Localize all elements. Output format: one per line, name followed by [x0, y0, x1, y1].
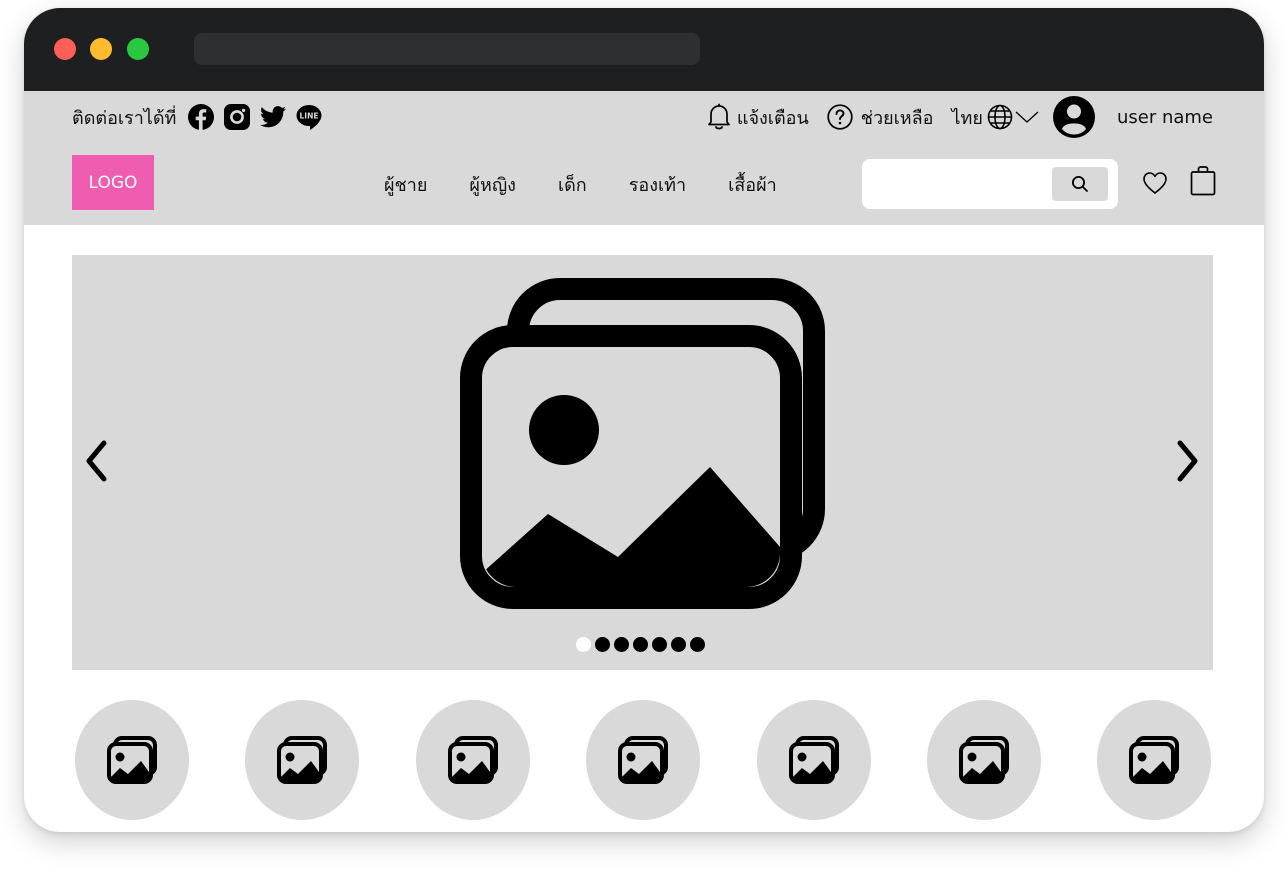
line-icon[interactable]: LINE [296, 104, 322, 130]
nav-item-men[interactable]: ผู้ชาย [384, 170, 427, 199]
utility-bar: แจ้งเตือน ช่วยเหลือ ไทย user name [707, 96, 1213, 138]
heart-icon[interactable] [1142, 171, 1168, 199]
carousel-dot[interactable] [576, 637, 591, 652]
category-item[interactable] [586, 700, 700, 820]
category-item[interactable] [927, 700, 1041, 820]
instagram-icon[interactable] [224, 104, 251, 130]
nav-item-women[interactable]: ผู้หญิง [469, 170, 516, 199]
notifications-link[interactable]: แจ้งเตือน [737, 103, 809, 132]
image-gallery-icon [460, 278, 825, 609]
image-gallery-icon [789, 736, 839, 784]
carousel-dot[interactable] [614, 637, 629, 652]
search-input[interactable] [872, 167, 1046, 203]
language-label[interactable]: ไทย [952, 103, 983, 132]
category-item[interactable] [75, 700, 189, 820]
close-window-button[interactable] [54, 38, 76, 60]
carousel-dot[interactable] [633, 637, 648, 652]
twitter-icon[interactable] [260, 106, 287, 128]
carousel-dot[interactable] [671, 637, 686, 652]
line-icon-text: LINE [300, 111, 319, 120]
carousel-dot[interactable] [652, 637, 667, 652]
bell-icon[interactable] [707, 103, 731, 131]
image-gallery-icon [277, 736, 327, 784]
category-item[interactable] [245, 700, 359, 820]
facebook-icon[interactable] [188, 104, 215, 130]
help-link[interactable]: ช่วยเหลือ [861, 103, 934, 132]
carousel-dot[interactable] [595, 637, 610, 652]
image-gallery-icon [1129, 736, 1179, 784]
address-bar[interactable] [194, 33, 700, 65]
chevron-left-icon[interactable] [84, 439, 110, 487]
category-item[interactable] [1097, 700, 1211, 820]
image-gallery-icon [107, 736, 157, 784]
nav-item-kids[interactable]: เด็ก [558, 170, 587, 199]
help-icon[interactable] [827, 104, 853, 130]
category-item[interactable] [416, 700, 530, 820]
contact-links: ติดต่อเราได้ที่ LINE [72, 102, 322, 132]
shopping-bag-icon[interactable] [1190, 166, 1216, 200]
hero-banner [72, 255, 1213, 670]
browser-window: ติดต่อเราได้ที่ LINE แจ้งเตือน ช่วยเหลือ… [24, 8, 1264, 832]
maximize-window-button[interactable] [127, 38, 149, 60]
search-icon [1072, 176, 1088, 192]
search-box [862, 159, 1118, 209]
site-header: ติดต่อเราได้ที่ LINE แจ้งเตือน ช่วยเหลือ… [24, 91, 1264, 225]
globe-icon[interactable] [987, 104, 1013, 130]
minimize-window-button[interactable] [90, 38, 112, 60]
username[interactable]: user name [1117, 107, 1213, 128]
search-button[interactable] [1052, 167, 1108, 201]
main-nav: ผู้ชาย ผู้หญิง เด็ก รองเท้า เสื้อผ้า [384, 169, 777, 199]
image-gallery-icon [448, 736, 498, 784]
nav-item-shoes[interactable]: รองเท้า [629, 170, 686, 199]
avatar[interactable] [1052, 96, 1095, 138]
nav-item-clothing[interactable]: เสื้อผ้า [728, 170, 777, 199]
image-gallery-icon [959, 736, 1009, 784]
chevron-right-icon[interactable] [1174, 439, 1200, 487]
category-list [75, 700, 1211, 820]
carousel-dots [576, 637, 705, 652]
contact-label: ติดต่อเราได้ที่ [72, 107, 177, 129]
browser-titlebar [24, 8, 1264, 91]
image-gallery-icon [618, 736, 668, 784]
chevron-down-icon[interactable] [1015, 110, 1039, 124]
category-item[interactable] [757, 700, 871, 820]
carousel-dot[interactable] [690, 637, 705, 652]
logo[interactable]: LOGO [72, 155, 154, 210]
